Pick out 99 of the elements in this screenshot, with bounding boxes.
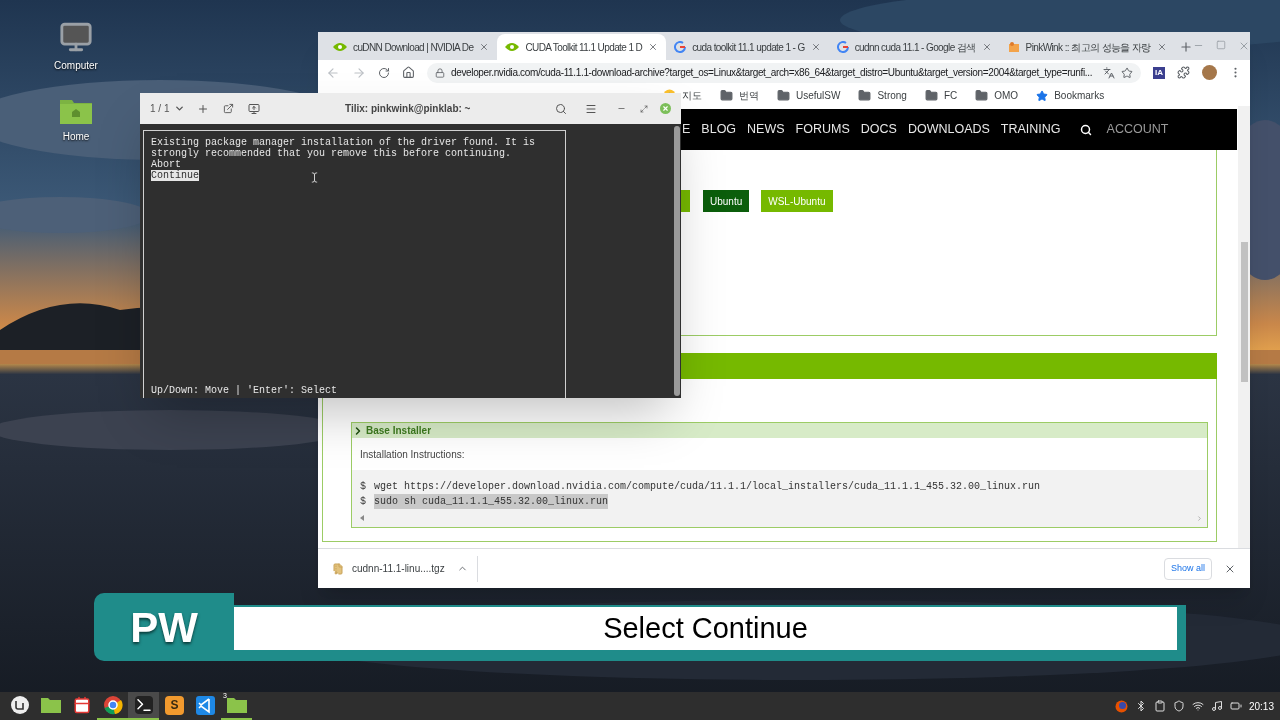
close-icon[interactable] [1156,42,1167,52]
scroll-left-icon[interactable] [360,515,364,521]
shield-icon[interactable] [1172,700,1185,712]
external-link-icon[interactable] [223,103,235,114]
extension-button[interactable]: IA [1153,66,1165,79]
nav-link[interactable]: TRAINING [1000,120,1061,139]
text-cursor-icon [309,172,320,183]
google-g-icon [674,41,687,53]
tab-title: CUDA Toolkit 11.1 Update 1 D [525,40,643,55]
dialog-message: Existing package manager installation of the driver found. It is strongly recommended that you remove this before continuing. [151,137,537,159]
account-link[interactable]: ACCOUNT [1106,120,1169,139]
tab-title: cuDNN Download | NVIDIA De [353,40,474,55]
battery-icon[interactable] [1229,700,1242,712]
computer-icon [59,20,93,54]
archive-file-icon [332,562,344,575]
clock[interactable]: 20:13 [1248,698,1274,714]
menu-icon[interactable] [585,102,597,115]
badge-text: PW [130,602,198,653]
maximize-icon[interactable] [640,104,648,113]
mint-logo-icon [9,695,30,715]
new-tab-icon[interactable] [1178,40,1193,54]
eye-logo-icon [333,42,347,52]
wifi-icon[interactable] [1191,700,1204,712]
close-icon[interactable] [648,42,659,52]
folder-icon [858,89,872,102]
nav-link[interactable]: DOWNLOADS [907,120,990,139]
search-icon[interactable] [1079,123,1092,136]
tab-title: cuda toolkit 11.1 update 1 - G [692,40,805,55]
bookmark-item[interactable]: 번역 [720,88,759,103]
profile-avatar[interactable] [1202,65,1217,80]
scrollbar-thumb[interactable] [674,126,680,396]
command-text: wget https://developer.download.nvidia.com/compute/cuda/11.1.1/local_installers/cuda_11.1.1_455.32.00_linux.run [374,480,1041,494]
menu-option[interactable]: Continue [151,170,199,181]
prompt-symbol: $ [360,480,366,494]
command-text: sudo sh cuda_11.1.1_455.32.00_linux.run [374,494,609,509]
nav-link[interactable]: DOCS [860,120,897,139]
bookmark-item[interactable]: FC [924,88,958,103]
url-text: developer.nvidia.com/cuda-11.1.1-download-archive?target_os=Linux&target_arch=x86_64&target_distro=Ubuntu&target_version=2004&target_type=runfi... [451,66,1094,80]
dropdown-icon[interactable] [174,103,186,114]
scrollbar-thumb[interactable] [1241,242,1248,382]
show-all-button[interactable]: Show all [1163,557,1212,580]
home-icon[interactable] [402,66,415,79]
session-counter[interactable]: 1 / 1 [150,101,170,116]
calendar-icon [72,696,91,714]
close-icon[interactable] [479,42,490,52]
prompt-symbol: $ [360,495,366,509]
bookmark-item[interactable]: OMO [975,88,1019,103]
close-icon [662,105,669,112]
menu-option[interactable]: Abort [151,159,181,170]
nav-link[interactable]: E [682,120,691,139]
bookmark-item[interactable]: Strong [858,88,907,103]
folder-icon [975,89,989,102]
lock-icon [435,67,445,78]
eye-logo-icon [505,42,520,52]
folder-icon [720,89,733,102]
download-file-name[interactable]: cudnn-11.1-linu....tgz [352,561,445,576]
add-icon[interactable] [197,102,210,115]
bookmark-item[interactable]: Bookmarks [1036,88,1105,103]
monitor-icon[interactable] [248,102,261,115]
folder-icon [924,89,938,102]
code-editor-icon [196,695,215,715]
close-icon[interactable] [810,42,821,52]
tab-title: cudnn cuda 11.1 - Google 검색 [854,40,976,55]
google-g-icon [836,41,849,53]
desktop-icon-label[interactable]: Computer [54,58,98,73]
instructions-label: Installation Instructions: [360,447,465,462]
music-note-icon[interactable] [1210,700,1223,712]
close-button[interactable] [660,103,671,114]
bookmark-star-icon[interactable] [1121,66,1133,79]
installer-title: Base Installer [366,424,432,438]
clipboard-icon[interactable] [1153,700,1166,712]
nav-link[interactable]: FORUMS [795,120,850,139]
chrome-icon [102,695,123,715]
blog-icon [1007,41,1020,53]
star-icon [1036,89,1049,102]
translate-icon[interactable] [1103,66,1115,79]
browser-tab[interactable]: CUDA Toolkit 11.1 Update 1 D [497,34,667,60]
reload-icon[interactable] [378,66,390,79]
terminal-icon [134,696,153,714]
tab-title: PinkWink :: 최고의 성능을 자랑 [1025,40,1151,55]
nav-link[interactable]: BLOG [701,120,737,139]
bookmark-item[interactable]: UsefulSW [777,88,841,103]
editor-logo-icon: S [165,695,184,715]
taskbar-app[interactable] [128,692,159,720]
desktop-icon-label[interactable]: Home [62,129,90,144]
folder-icon [40,697,61,713]
taskbar-app[interactable]: S [159,692,190,720]
key-hint: Up/Down: Move | 'Enter': Select [151,385,339,396]
folder-icon [777,89,790,102]
caption-text: Select Continue [603,610,808,646]
folder-icon [226,697,247,713]
address-bar[interactable]: developer.nvidia.com/cuda-11.1.1-download-archive?target_os=Linux&target_arch=x86_64&target_distro=Ubuntu&target_version=2004&target_type=runfi... [427,62,1141,83]
close-icon[interactable] [981,42,992,52]
color-ball-icon[interactable] [1114,699,1128,713]
distro-button[interactable]: Ubuntu [703,190,750,212]
installer-header[interactable]: Base Installer [352,423,1207,438]
nav-link[interactable]: NEWS [747,120,785,139]
window-title: Tilix: pinkwink@pinklab: ~ [344,102,472,116]
extensions-icon[interactable] [1177,66,1190,79]
